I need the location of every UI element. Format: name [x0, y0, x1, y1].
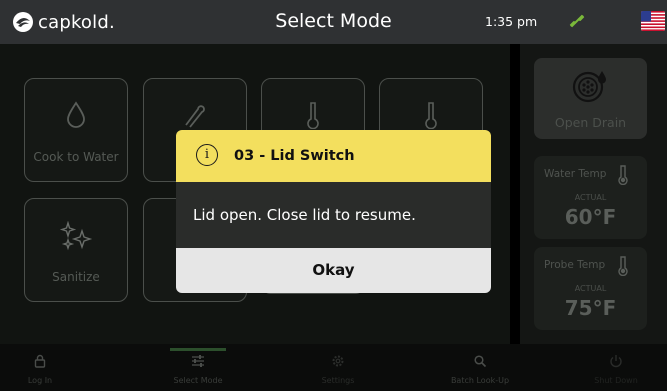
water-temp-value: 60°F [564, 205, 617, 229]
nav-log-in[interactable]: Log In [0, 344, 80, 391]
probe-temp-value: 75°F [564, 296, 617, 320]
search-icon [428, 354, 532, 368]
open-drain-label: Open Drain [554, 115, 627, 130]
nav-label: Shut Down [594, 376, 638, 385]
dialog-header: i 03 - Lid Switch [176, 130, 491, 182]
tile-label: Cook to Water [33, 150, 119, 164]
bottom-nav: Log In Select Mode Settings Batch Look-U… [0, 344, 667, 391]
us-flag-icon[interactable] [641, 11, 665, 31]
probe-temp-sub: ACTUAL [574, 284, 607, 293]
lid-switch-dialog: i 03 - Lid Switch Lid open. Close lid to… [176, 130, 491, 293]
probe-icon [144, 101, 246, 129]
top-bar: capkold. Select Mode 1:35 pm [0, 0, 667, 44]
nav-settings[interactable]: Settings [286, 344, 390, 391]
tile-cook-to-water[interactable]: Cook to Water [24, 78, 128, 182]
dialog-body: Lid open. Close lid to resume. [176, 182, 491, 248]
side-panel: Open Drain Water Temp ACTUAL 60°F Probe … [520, 44, 667, 344]
probe-temp-title: Probe Temp [544, 259, 606, 271]
thermometer-icon [262, 101, 364, 129]
page-title: Select Mode [275, 10, 392, 32]
water-temp-card: Water Temp ACTUAL 60°F [534, 156, 647, 239]
thermometer-icon [380, 101, 482, 129]
clock: 1:35 pm [485, 14, 538, 29]
tile-sanitize[interactable]: Sanitize [24, 198, 128, 302]
active-indicator [170, 348, 226, 351]
nav-label: Settings [321, 376, 355, 385]
nav-label: Select Mode [173, 376, 223, 385]
link-icon [569, 13, 585, 33]
nav-select-mode[interactable]: Select Mode [146, 344, 250, 391]
nav-batch-look-up[interactable]: Batch Look-Up [428, 344, 532, 391]
dialog-title: 03 - Lid Switch [234, 148, 355, 164]
drop-icon [25, 101, 127, 129]
drain-icon [570, 69, 610, 109]
nav-label: Batch Look-Up [450, 376, 510, 385]
probe-temp-card: Probe Temp ACTUAL 75°F [534, 247, 647, 330]
water-temp-title: Water Temp [544, 168, 607, 180]
tile-label: Sanitize [52, 270, 100, 284]
okay-button[interactable]: Okay [176, 248, 491, 293]
sparkle-icon [25, 221, 127, 251]
info-icon: i [196, 144, 218, 166]
thermometer-icon [617, 165, 629, 189]
nav-shut-down[interactable]: Shut Down [568, 344, 664, 391]
dialog-message: Lid open. Close lid to resume. [193, 206, 416, 224]
open-drain-button[interactable]: Open Drain [534, 58, 647, 139]
power-icon [568, 354, 664, 368]
water-temp-sub: ACTUAL [574, 193, 607, 202]
sliders-icon [146, 354, 250, 368]
gear-icon [286, 354, 390, 368]
thermometer-icon [617, 256, 629, 280]
nav-label: Log In [27, 376, 53, 385]
lock-icon [0, 354, 80, 368]
